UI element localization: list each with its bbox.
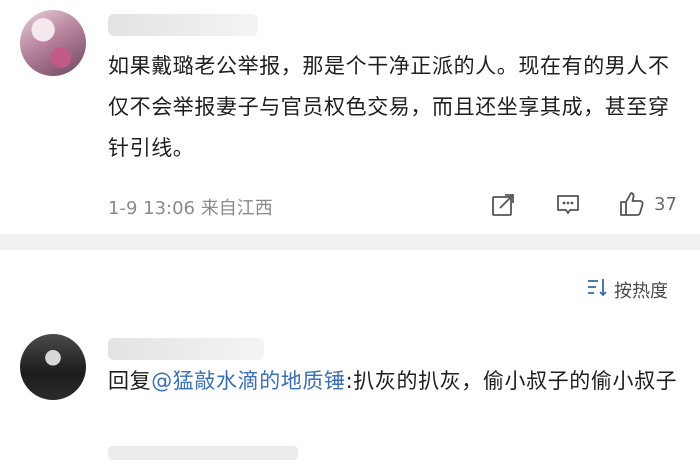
share-icon[interactable] [490,192,516,218]
comment-icon[interactable] [555,192,581,218]
sort-button[interactable]: 按热度 [586,276,668,303]
section-divider [0,234,700,250]
commenter-avatar[interactable] [20,334,86,400]
like-count: 37 [654,194,677,215]
sort-label: 按热度 [614,280,668,302]
reply-body: :扒灰的扒灰，偷小叔子的偷小叔子 [345,369,678,393]
reply-prefix: 回复 [108,369,152,393]
comment-meta: 1-9 13:06 来自江西 [108,194,273,220]
like-icon[interactable] [618,190,646,218]
comment-time: 1-9 13:06 [108,198,195,219]
comment-text: 如果戴璐老公举报，那是个干净正派的人。现在有的男人不仅不会举报妻子与官员权色交易… [108,54,670,160]
reply-text: 回复@猛敲水滴的地质锤:扒灰的扒灰，偷小叔子的偷小叔子 [108,361,678,402]
mention-link[interactable]: @猛敲水滴的地质锤 [151,369,345,393]
comment-meta-cutoff [108,446,298,460]
commenter-name-blurred[interactable] [108,338,264,360]
commenter-avatar[interactable] [20,10,86,76]
comment-location: 来自江西 [200,198,273,219]
commenter-name-blurred[interactable] [108,14,258,36]
sort-icon [586,276,610,303]
